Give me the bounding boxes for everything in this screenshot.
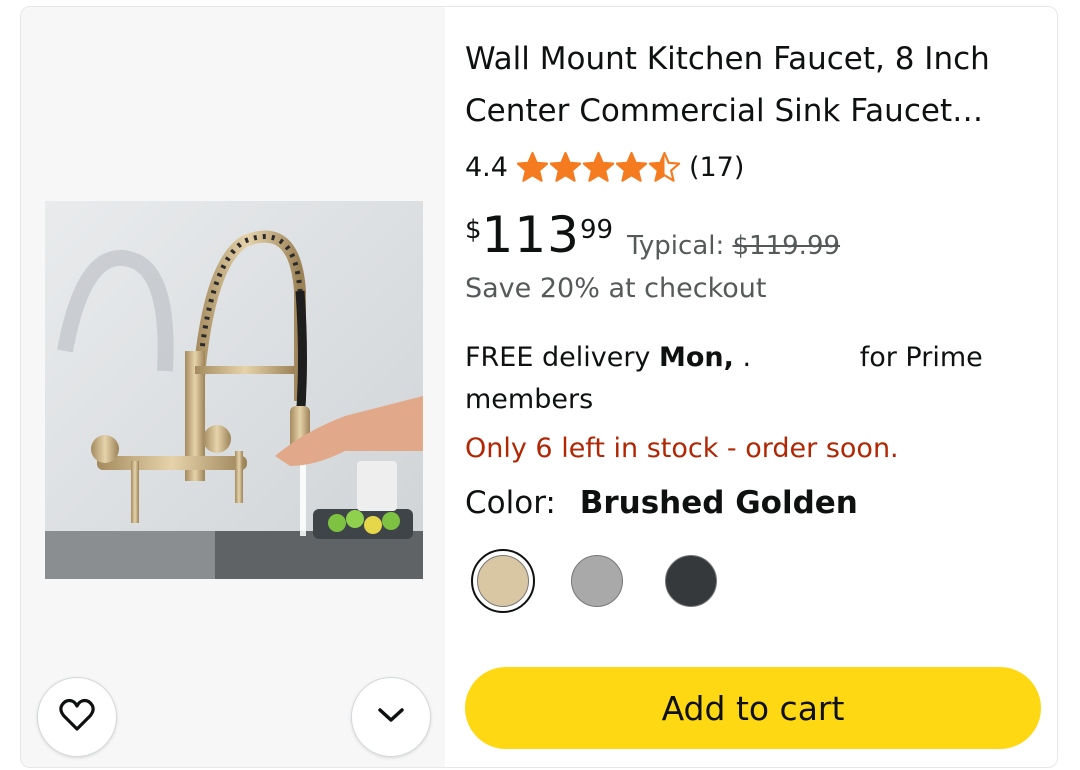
swatch-black[interactable] <box>659 549 723 613</box>
media-panel <box>21 7 445 767</box>
star-icon <box>516 151 549 182</box>
price-symbol: $ <box>465 215 482 245</box>
product-card: Wall Mount Kitchen Faucet, 8 Inch Center… <box>20 6 1058 768</box>
heart-icon <box>59 698 95 736</box>
delivery-suffix: for Prime <box>859 342 983 373</box>
delivery-info: FREE delivery Mon, . for Prime members <box>465 337 1025 421</box>
price-fraction: 99 <box>579 215 614 245</box>
color-selector-label: Color: Brushed Golden <box>465 485 858 521</box>
star-rating <box>516 151 681 184</box>
price-whole: 113 <box>481 206 580 264</box>
wishlist-button[interactable] <box>37 677 117 757</box>
typical-price-value: $119.99 <box>732 231 841 261</box>
delivery-cont: . <box>742 342 752 373</box>
product-title[interactable]: Wall Mount Kitchen Faucet, 8 Inch Center… <box>465 33 1045 137</box>
chevron-down-icon <box>377 706 405 728</box>
typical-price: Typical: $119.99 <box>627 231 840 261</box>
stock-status: Only 6 left in stock - order soon. <box>465 433 899 464</box>
color-swatches <box>471 549 753 613</box>
rating-row[interactable]: 4.4 (17) <box>465 147 744 187</box>
review-count[interactable]: (17) <box>689 152 744 183</box>
color-label: Color: <box>465 485 556 521</box>
price: $ 113 99 Typical: $119.99 <box>465 205 840 269</box>
rating-value: 4.4 <box>465 151 508 183</box>
swatch-color <box>665 555 717 607</box>
swatch-brushed-golden[interactable] <box>471 549 535 613</box>
star-icon <box>648 151 681 182</box>
swatch-color <box>571 555 623 607</box>
delivery-prefix: FREE delivery <box>465 342 651 373</box>
typical-label: Typical: <box>627 231 725 261</box>
swatch-color <box>477 555 529 607</box>
product-image[interactable] <box>45 201 423 579</box>
star-icon <box>549 151 582 182</box>
star-icon <box>615 151 648 182</box>
expand-button[interactable] <box>351 677 431 757</box>
star-icon <box>582 151 615 182</box>
delivery-suffix-2: members <box>465 384 594 415</box>
swatch-gray[interactable] <box>565 549 629 613</box>
color-value: Brushed Golden <box>579 485 858 521</box>
add-to-cart-button[interactable]: Add to cart <box>465 667 1041 749</box>
savings-text: Save 20% at checkout <box>465 273 767 304</box>
delivery-day: Mon, <box>659 342 734 373</box>
product-details: Wall Mount Kitchen Faucet, 8 Inch Center… <box>465 7 1045 767</box>
